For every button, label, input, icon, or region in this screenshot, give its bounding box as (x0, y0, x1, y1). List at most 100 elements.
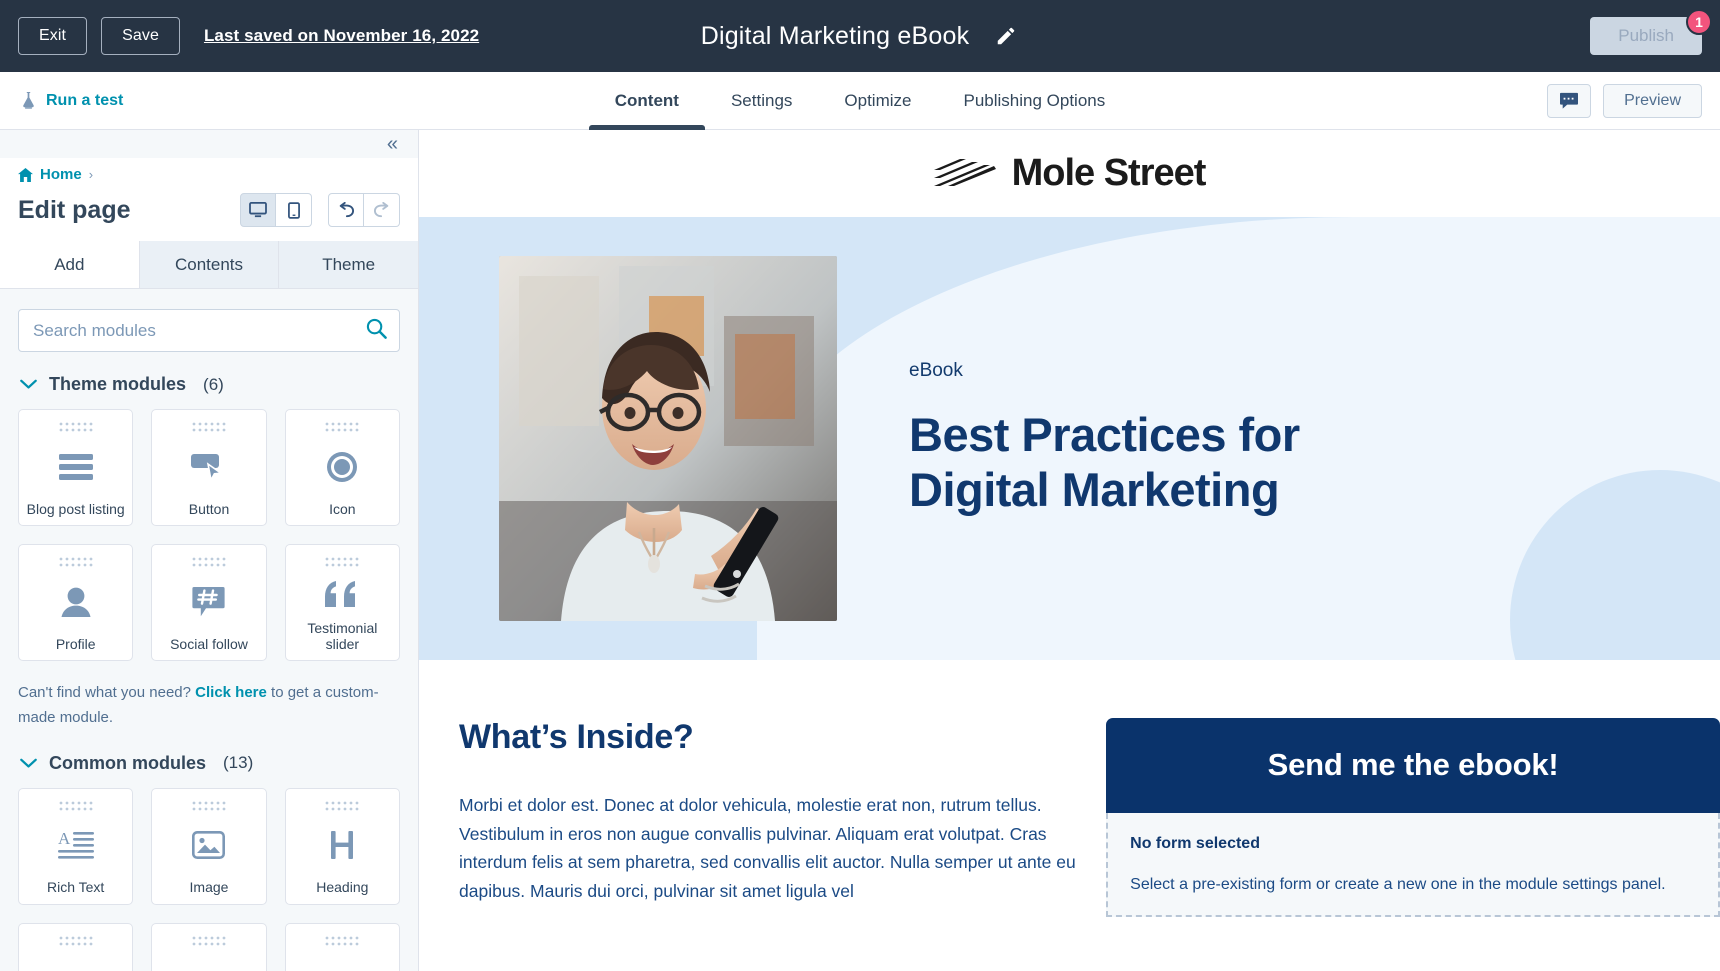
module-card-rich-text[interactable]: A Rich Text (18, 787, 134, 905)
edit-title-button[interactable] (993, 23, 1019, 49)
sidebar-header: Home › Edit page (0, 158, 418, 241)
drag-handle-icon[interactable] (58, 556, 94, 568)
module-label: Image (189, 879, 229, 896)
hero-photo[interactable] (499, 256, 837, 621)
history-group (328, 193, 400, 227)
page-editor-app: Exit Save Last saved on November 16, 202… (0, 0, 1720, 971)
module-card-heading[interactable]: Heading (284, 787, 400, 905)
chevron-down-icon (20, 758, 37, 768)
sidebar-tab-contents[interactable]: Contents (139, 241, 280, 288)
save-button[interactable]: Save (101, 17, 180, 55)
drag-handle-icon[interactable] (58, 421, 94, 433)
common-modules-title: Common modules (49, 752, 207, 773)
desktop-view-button[interactable] (240, 193, 276, 227)
quote-icon (325, 568, 359, 620)
badge-circle-icon (326, 433, 358, 501)
custom-note-before: Can't find what you need? (18, 684, 196, 701)
common-modules-count: (13) (223, 753, 254, 772)
breadcrumb: Home › (18, 166, 400, 183)
module-label (19, 947, 132, 955)
pencil-icon (998, 27, 1015, 45)
drag-handle-icon[interactable] (324, 421, 360, 433)
whats-inside-block[interactable]: What’s Inside? Morbi et dolor est. Donec… (419, 718, 1106, 917)
module-card-image[interactable]: Image (151, 787, 267, 905)
drag-handle-icon[interactable] (191, 556, 227, 568)
form-placeholder[interactable]: No form selected Select a pre-existing f… (1106, 813, 1720, 917)
module-card-partial-2[interactable] (151, 922, 267, 971)
module-label: Button (188, 500, 230, 517)
module-card-testimonial-slider[interactable]: Testimonial slider (284, 544, 400, 661)
mobile-view-button[interactable] (276, 193, 312, 227)
logo-text: Mole Street (1011, 152, 1207, 194)
collapse-sidebar-button[interactable]: « (383, 134, 402, 154)
module-card-social-follow[interactable]: Social follow (151, 544, 267, 661)
drag-handle-icon[interactable] (191, 800, 227, 812)
heading-h-icon (328, 812, 356, 880)
theme-modules-count: (6) (203, 374, 224, 394)
module-label (152, 947, 265, 955)
form-card: Send me the ebook! No form selected Sele… (1106, 718, 1720, 917)
hero-title-line-1: Best Practices for (909, 407, 1300, 461)
form-module[interactable]: Send me the ebook! No form selected Sele… (1106, 718, 1720, 917)
chevron-down-icon (20, 379, 37, 389)
form-heading: Send me the ebook! (1106, 718, 1720, 813)
top-bar-right: Publish 1 (1590, 9, 1712, 55)
module-label: Icon (329, 500, 356, 517)
module-label: Blog post listing (26, 500, 125, 517)
search-input[interactable] (18, 309, 400, 352)
common-modules-section-header[interactable]: Common modules (13) (20, 753, 400, 774)
hero-title: Best Practices for Digital Marketing (909, 408, 1300, 517)
tab-optimize[interactable]: Optimize (818, 72, 937, 130)
custom-module-note: Can't find what you need? Click here to … (18, 681, 400, 731)
redo-icon (373, 202, 388, 218)
hero-title-line-2: Digital Marketing (909, 462, 1280, 516)
woman-with-phone-photo (499, 256, 837, 621)
theme-modules-section-header[interactable]: Theme modules (6) (20, 374, 400, 395)
undo-button[interactable] (328, 193, 364, 227)
hero-eyebrow: eBook (909, 359, 963, 381)
theme-modules-title: Theme modules (49, 374, 187, 394)
device-toggle-group (240, 193, 312, 227)
page-title: Digital Marketing eBook (700, 21, 970, 50)
custom-module-link[interactable]: Click here (195, 684, 267, 701)
publish-badge: 1 (1686, 9, 1712, 35)
drag-handle-icon[interactable] (58, 935, 94, 947)
module-card-blog-post-listing[interactable]: Blog post listing (18, 409, 134, 526)
no-form-selected-subtitle: Select a pre-existing form or create a n… (1130, 876, 1666, 893)
drag-handle-icon[interactable] (191, 935, 227, 947)
logo-mark-icon (933, 158, 996, 186)
module-card-profile[interactable]: Profile (18, 544, 134, 661)
page-preview-canvas[interactable]: Mole Street eBook Best Practices for Dig… (419, 130, 1720, 971)
edit-page-row: Edit page (18, 193, 400, 227)
drag-handle-icon[interactable] (324, 800, 360, 812)
sidebar-tabs: Add Contents Theme (0, 241, 419, 289)
exit-button[interactable]: Exit (18, 17, 88, 55)
hero-section[interactable]: eBook Best Practices for Digital Marketi… (419, 217, 1720, 660)
redo-button[interactable] (364, 193, 400, 227)
tab-settings[interactable]: Settings (705, 72, 818, 130)
sidebar-heading: Edit page (18, 195, 131, 224)
module-label: Heading (316, 879, 369, 896)
tab-content[interactable]: Content (588, 72, 706, 130)
sidebar-tab-theme[interactable]: Theme (279, 241, 419, 288)
module-label (286, 947, 399, 955)
tab-publishing-options[interactable]: Publishing Options (937, 72, 1131, 130)
image-icon (192, 812, 226, 880)
module-card-icon[interactable]: Icon (284, 409, 400, 526)
sidebar-tab-add[interactable]: Add (0, 241, 140, 288)
drag-handle-icon[interactable] (324, 556, 360, 568)
breadcrumb-home-link[interactable]: Home (40, 166, 82, 183)
module-card-partial-3[interactable] (284, 922, 400, 971)
drag-handle-icon[interactable] (324, 935, 360, 947)
sidebar-scroll-area[interactable]: Theme modules (6) (0, 289, 418, 971)
no-form-selected-title: No form selected (1130, 835, 1260, 852)
module-card-partial-1[interactable] (18, 922, 134, 971)
mobile-icon (287, 201, 300, 219)
module-card-button[interactable]: Button (151, 409, 267, 526)
drag-handle-icon[interactable] (58, 800, 94, 812)
mole-street-logo[interactable]: Mole Street (933, 152, 1207, 195)
last-saved-link[interactable]: Last saved on November 16, 2022 (204, 26, 479, 46)
drag-handle-icon[interactable] (191, 421, 227, 433)
hero-inner: eBook Best Practices for Digital Marketi… (419, 217, 1720, 660)
hashtag-bubble-icon (192, 568, 226, 636)
